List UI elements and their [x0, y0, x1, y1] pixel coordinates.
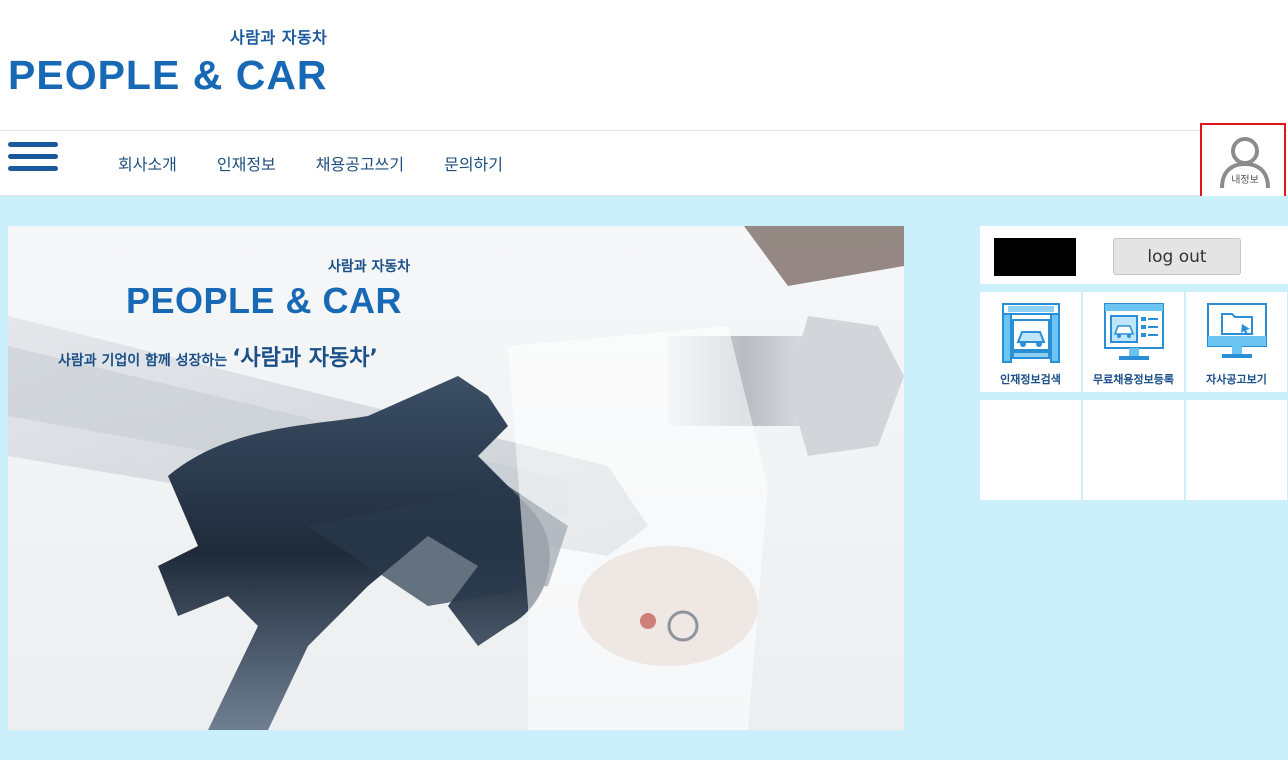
banner-title: PEOPLE & CAR [126, 280, 403, 321]
free-job-register-icon [1104, 303, 1164, 360]
nav-item-company-intro[interactable]: 회사소개 [118, 151, 177, 175]
tile-talent-search-label: 인재정보검색 [1000, 373, 1061, 386]
site-logo[interactable]: 사람과 자동차 PEOPLE & CAR [8, 24, 338, 98]
talent-search-icon [1002, 303, 1060, 363]
company-post-view-icon [1207, 303, 1267, 358]
user-profile-icon: 내정보 [1220, 137, 1270, 189]
hero-banner: 사람과 자동차 PEOPLE & CAR 사람과 기업이 함께 성장하는 ‘사람… [8, 226, 904, 730]
user-name-redacted [994, 238, 1076, 276]
hamburger-menu-icon[interactable] [8, 142, 58, 174]
nav-menu: 회사소개 인재정보 채용공고쓰기 문의하기 [118, 151, 503, 175]
nav-item-inquiry[interactable]: 문의하기 [444, 151, 503, 175]
tile-empty-3 [1186, 400, 1287, 500]
tile-free-job-register-label: 무료채용정보등록 [1093, 373, 1174, 386]
main-navigation: 회사소개 인재정보 채용공고쓰기 문의하기 [0, 130, 1288, 196]
logo-wordmark: PEOPLE & CAR [8, 52, 328, 98]
login-status-row: log out [980, 226, 1288, 284]
my-info-label: 내정보 [1231, 174, 1259, 186]
tile-talent-search[interactable]: 인재정보검색 [980, 292, 1081, 392]
logo-tagline: 사람과 자동차 [230, 28, 328, 47]
my-info-button[interactable]: 내정보 [1200, 123, 1286, 201]
banner-tagline-small: 사람과 기업이 함께 성장하는 [58, 353, 233, 369]
banner-tagline: 사람과 기업이 함께 성장하는 ‘사람과 자동차’ [58, 340, 378, 372]
tile-company-post-view-label: 자사공고보기 [1206, 373, 1267, 386]
tile-company-post-view[interactable]: 자사공고보기 [1186, 292, 1287, 392]
site-header: 사람과 자동차 PEOPLE & CAR [0, 0, 1288, 130]
banner-subtitle: 사람과 자동차 [328, 259, 411, 275]
tile-empty-2 [1083, 400, 1184, 500]
nav-item-talent-info[interactable]: 인재정보 [217, 151, 276, 175]
banner-tagline-big: ‘사람과 자동차’ [232, 346, 378, 371]
nav-item-write-job-post[interactable]: 채용공고쓰기 [316, 151, 404, 175]
logout-button[interactable]: log out [1113, 238, 1241, 275]
main-content: 사람과 자동차 PEOPLE & CAR 사람과 기업이 함께 성장하는 ‘사람… [0, 196, 1288, 760]
tile-free-job-register[interactable]: 무료채용정보등록 [1083, 292, 1184, 392]
tile-empty-1 [980, 400, 1081, 500]
